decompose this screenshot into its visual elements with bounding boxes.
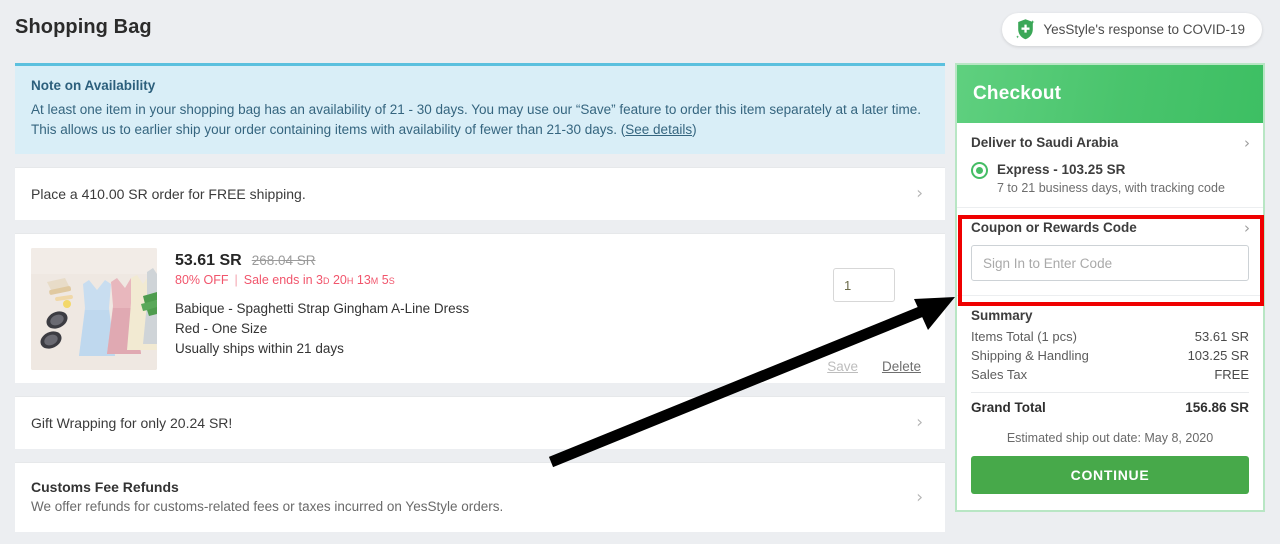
chevron-right-icon: › [916,183,923,204]
cart-item: 53.61 SR 268.04 SR 80% OFF | Sale ends i… [15,233,945,383]
chevron-right-icon: › [1244,134,1250,152]
sale-countdown: Sale ends in 3D 20H 13M 5S [244,273,395,287]
summary-row-label: Shipping & Handling [971,348,1089,363]
grand-total-row: Grand Total 156.86 SR [971,400,1249,415]
product-sale-line: 80% OFF | Sale ends in 3D 20H 13M 5S [175,273,469,287]
countdown-seconds: 5 [381,273,389,287]
availability-note-line2-post: ) [692,122,697,137]
summary-row-value: 103.25 SR [1187,348,1249,363]
summary-divider [971,392,1249,393]
customs-fee-subtitle: We offer refunds for customs-related fee… [31,499,504,514]
gift-wrapping-row[interactable]: Gift Wrapping for only 20.24 SR! › [15,396,945,449]
chevron-right-icon: › [916,412,923,433]
sale-separator: | [234,273,238,287]
countdown-days-unit: D [323,276,330,286]
availability-note: Note on Availability At least one item i… [15,63,945,154]
shipping-option-express[interactable]: Express - 103.25 SR 7 to 21 business day… [971,161,1249,195]
cart-item-actions: Save Delete [827,359,921,374]
chevron-right-icon: › [1244,219,1250,237]
availability-note-line1: At least one item in your shopping bag h… [31,102,921,117]
summary-row: Sales Tax FREE [971,365,1249,384]
countdown-minutes-unit: M [370,276,379,286]
delivery-section[interactable]: Deliver to Saudi Arabia › Express - 103.… [957,123,1263,208]
coupon-section[interactable]: Coupon or Rewards Code › Sign In to Ente… [957,208,1263,296]
product-shipping-note: Usually ships within 21 days [175,341,344,356]
product-info: 53.61 SR 268.04 SR 80% OFF | Sale ends i… [175,248,469,370]
countdown-seconds-unit: S [388,276,395,286]
order-summary: Summary Items Total (1 pcs) 53.61 SR Shi… [957,296,1263,425]
chevron-right-icon: › [916,487,923,507]
checkout-panel: Checkout Deliver to Saudi Arabia › Expre… [955,63,1265,512]
summary-title: Summary [971,308,1033,323]
product-discount-badge: 80% OFF [175,273,229,287]
coupon-input[interactable]: Sign In to Enter Code [971,245,1249,281]
free-shipping-label: Place a 410.00 SR order for FREE shippin… [31,186,306,202]
shipping-option-name: Express - 103.25 SR [997,162,1126,177]
summary-row-label: Sales Tax [971,367,1028,382]
summary-row-value: FREE [1214,367,1249,382]
summary-row: Items Total (1 pcs) 53.61 SR [971,327,1249,346]
countdown-days: 3 [316,273,323,287]
coupon-heading: Coupon or Rewards Code [971,220,1137,235]
free-shipping-row[interactable]: Place a 410.00 SR order for FREE shippin… [15,167,945,220]
shipping-option-description: 7 to 21 business days, with tracking cod… [997,181,1225,195]
product-price-current: 53.61 SR [175,252,242,269]
grand-total-label: Grand Total [971,400,1046,415]
summary-row: Shipping & Handling 103.25 SR [971,346,1249,365]
radio-selected-icon[interactable] [971,162,988,179]
gift-wrapping-label: Gift Wrapping for only 20.24 SR! [31,415,233,431]
availability-note-body: At least one item in your shopping bag h… [31,100,929,140]
customs-fee-row[interactable]: Customs Fee Refunds We offer refunds for… [15,462,945,532]
countdown-hours-unit: H [346,276,354,286]
product-variant: Red - One Size [175,321,268,336]
checkout-footer: Estimated ship out date: May 8, 2020 CON… [957,425,1263,510]
see-details-link[interactable]: See details [625,122,692,137]
delete-item-link[interactable]: Delete [882,359,921,374]
countdown-minutes: 13 [356,273,371,287]
availability-note-line2: This allows us to earlier ship your orde… [31,120,929,140]
summary-row-label: Items Total (1 pcs) [971,329,1077,344]
checkout-heading: Checkout [957,65,1263,123]
sale-countdown-label: Sale ends in [243,273,313,287]
product-name[interactable]: Babique - Spaghetti Strap Gingham A-Line… [175,299,469,319]
availability-note-title: Note on Availability [31,78,156,93]
covid-banner-label: YesStyle's response to COVID-19 [1043,22,1245,37]
grand-total-value: 156.86 SR [1185,400,1249,415]
quantity-input[interactable]: 1 [833,268,895,302]
product-price-original: 268.04 SR [251,253,316,268]
continue-button[interactable]: CONTINUE [971,456,1249,494]
cart-column: Note on Availability At least one item i… [15,63,945,532]
covid-response-banner[interactable]: YesStyle's response to COVID-19 [1002,13,1262,46]
product-thumbnail[interactable] [31,248,157,370]
save-item-link[interactable]: Save [827,359,858,374]
deliver-to-label: Deliver to Saudi Arabia [971,135,1119,150]
product-price-line: 53.61 SR 268.04 SR [175,252,469,270]
countdown-hours: 20 [332,273,347,287]
summary-row-value: 53.61 SR [1194,329,1249,344]
estimated-ship-date: Estimated ship out date: May 8, 2020 [1006,431,1214,445]
page-title: Shopping Bag [15,16,152,38]
shield-plus-icon [1015,18,1036,41]
page-root: Shopping Bag YesStyle's response to COVI… [0,0,1280,544]
availability-note-line2-pre: This allows us to earlier ship your orde… [31,122,626,137]
customs-fee-title: Customs Fee Refunds [31,479,179,495]
